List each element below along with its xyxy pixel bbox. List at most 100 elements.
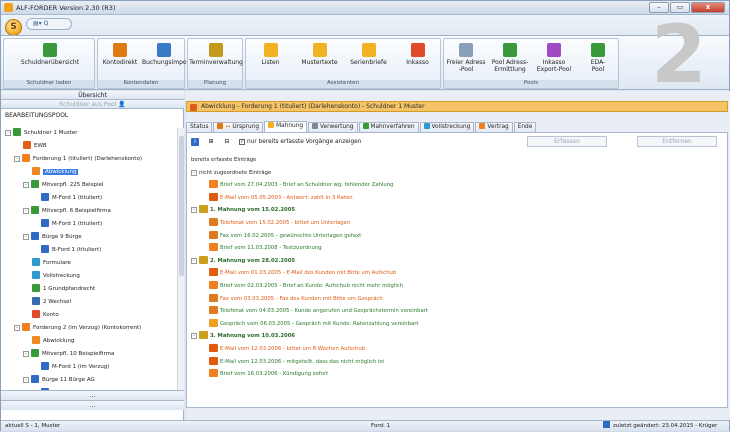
tree-item[interactable]: Konto [32, 310, 59, 320]
tree-item[interactable]: EWB [23, 141, 47, 151]
collapse-toggle[interactable]: - [23, 377, 29, 383]
tree-scrollbar[interactable] [177, 128, 184, 390]
only-recorded-checkbox[interactable]: ✓ nur bereits erfasste Vorgänge anzeigen [239, 137, 361, 147]
ribbon-group-label: Planung [188, 80, 242, 88]
ribbon-button-4-1[interactable]: Pool Adress- Ermittlung [488, 43, 532, 73]
tree-item[interactable]: 2 Wechsel [32, 297, 71, 307]
content-tab-7[interactable]: Ende [513, 122, 537, 132]
content-tab-3[interactable]: Verwertung [308, 122, 358, 132]
tree-item[interactable]: B-Ford 1 (tituliert) [41, 245, 101, 255]
left-bottom-button-1[interactable]: ... [1, 390, 184, 400]
status-bar: aktuell S - 1, Muster Ford: 1 zuletzt ge… [1, 420, 729, 431]
mahnung-icon [199, 331, 208, 340]
collapse-toggle[interactable]: - [191, 207, 197, 214]
collapse-toggle[interactable]: - [191, 333, 197, 340]
entry-row[interactable]: Telefonat vom 04.03.2005 - Kunde angeruf… [209, 306, 428, 317]
section-label: BEARBEITUNGSPOOL [5, 112, 69, 119]
tree-item[interactable]: - Forderung 1 (tituliert) (Darlehenskonto… [14, 154, 142, 164]
ribbon-button-3-3[interactable]: Inkasso [393, 43, 442, 66]
entry-row[interactable]: Fax vom 16.02.2005 - gewünschte Unterlag… [209, 230, 361, 242]
entry-row[interactable]: Telefonat vom 15.02.2005 - bittet um Unt… [209, 218, 350, 229]
entry-row[interactable]: - 2. Mahnung vom 28.02.2005 [191, 255, 295, 267]
tree-item[interactable]: Formulare [32, 258, 71, 268]
tree-item[interactable]: M-Ford 1 (tituliert) [41, 193, 102, 203]
entry-row[interactable]: - 1. Mahnung vom 15.02.2005 [191, 205, 295, 216]
tree-item[interactable]: - Mitverpfl. 6 Beispielfirma [23, 206, 111, 216]
collapse-toggle[interactable]: - [23, 208, 29, 214]
content-tab-1[interactable]: ↔ Ursprung [213, 122, 264, 132]
tab-icon [423, 123, 430, 129]
content-tab-6[interactable]: Vertrag [475, 122, 513, 132]
tree-item[interactable]: Abwicklung [32, 336, 74, 346]
collapse-toggle[interactable]: - [23, 234, 29, 240]
tab-icon [268, 122, 275, 128]
erfassen-button[interactable]: Erfassen [527, 136, 607, 147]
collapse-toggle[interactable]: - [5, 130, 11, 136]
collapse-toggle[interactable]: - [14, 325, 20, 331]
collapse-toggle[interactable]: - [23, 351, 29, 357]
entfernen-button[interactable]: Entfernen [637, 136, 717, 147]
tree-item[interactable]: Vollstreckung [32, 271, 80, 281]
ribbon-button-1-0[interactable]: Kontodirekt [98, 43, 142, 66]
entry-row[interactable]: E-Mail vom 05.05.2003 - Antwort: zahlt i… [209, 192, 353, 204]
tree-item[interactable]: Abwicklung [32, 167, 79, 177]
tree-item[interactable]: - Forderung 2 (im Verzug) (Kontokorrent) [14, 323, 141, 333]
entry-row[interactable]: E-Mail vom 12.03.2006 - mitgeteilt, dass… [209, 356, 384, 368]
tree-item[interactable]: - Schuldner 1 Muster [5, 128, 78, 138]
ribbon-button-1-1[interactable]: Buchungsimport [142, 43, 191, 66]
scroll-thumb[interactable] [179, 136, 184, 276]
entry-row[interactable]: E-Mail vom 12.03.2006 - bittet um 8 Woch… [209, 344, 365, 355]
collapse-toggle[interactable]: - [191, 169, 197, 176]
entry-label: E-Mail vom 05.05.2003 - Antwort: zahlt i… [220, 194, 353, 201]
content-tab-0[interactable]: Status [186, 122, 213, 132]
entry-row[interactable]: - nicht zugeordnete Einträge [191, 168, 271, 179]
tree-view: - Schuldner 1 Muster EWB - Forderung 1 (titu… [1, 128, 177, 408]
ribbon-button-0-0[interactable]: Schuldnerübersicht [4, 43, 96, 66]
ribbon-button-4-0[interactable]: Freier Adress -Pool [444, 43, 488, 73]
info-icon[interactable]: i [191, 138, 199, 146]
letter-icon [209, 180, 218, 189]
tree-item-label: Forderung 2 (im Verzug) (Kontokorrent) [33, 325, 142, 331]
entry-row[interactable]: Brief vom 11.03.2008 - Testzuordnung [209, 243, 322, 254]
entry-row[interactable]: bereits erfasste Einträge [191, 155, 256, 166]
tree-item[interactable]: - Mitverpfl. 10 Beispielfirma [23, 349, 114, 359]
entry-row[interactable]: Brief vom 27.04.2003 - Brief an Schuldne… [209, 180, 394, 191]
content-tab-2[interactable]: Mahnung [264, 121, 308, 132]
entry-row[interactable]: - 3. Mahnung vom 10.03.2006 [191, 331, 295, 342]
ribbon-button-3-2[interactable]: Serienbriefe [344, 43, 393, 66]
left-bottom-button-2[interactable]: ... [1, 400, 184, 410]
entry-row[interactable]: Fax vom 03.03.2005 - Fax des Kunden mit … [209, 293, 383, 305]
ribbon-button-2-0[interactable]: Terminverwaltung [188, 43, 244, 66]
person-icon: 👤 [118, 101, 126, 108]
letter-icon [209, 369, 218, 378]
tree-node-icon [41, 362, 49, 370]
expand-all-icon[interactable]: ⊞ [207, 138, 215, 146]
entry-row[interactable]: Brief vom 16.03.2006 - Kündigung sofort [209, 369, 328, 380]
collapse-toggle[interactable]: - [14, 156, 20, 162]
collapse-all-icon[interactable]: ⊟ [223, 138, 231, 146]
collapse-toggle[interactable]: - [23, 182, 29, 188]
ribbon-button-3-1[interactable]: Mustertexte [295, 43, 344, 66]
tree-item[interactable]: - Mitverpfl. 225 Beispiel [23, 180, 104, 190]
tree-item[interactable]: M-Ford 1 (tituliert) [41, 219, 102, 229]
content-tab-5[interactable]: Vollstreckung [419, 122, 475, 132]
entry-row[interactable]: E-Mail vom 01.03.2005 - E-Mail des Kunde… [209, 268, 396, 279]
tree-node-icon [32, 310, 40, 318]
entry-row[interactable]: Gespräch vom 06.03.2005 - Gespräch mit K… [209, 318, 418, 330]
quick-access-toolbar[interactable]: ▤▾ Q [26, 18, 72, 30]
collapse-toggle[interactable]: - [191, 257, 197, 264]
entry-row[interactable]: Brief vom 02.03.2005 - Brief an Kunde: A… [209, 281, 403, 292]
app-menu-orb[interactable]: S [5, 19, 22, 36]
tree-item[interactable]: 1 Grundpfandrecht [32, 284, 95, 294]
ribbon-button-4-2[interactable]: Inkasso Export-Pool [532, 43, 576, 73]
tab-label: Verwertung [320, 124, 354, 130]
content-tab-4[interactable]: Mahnverfahren [358, 122, 419, 132]
overview-header[interactable]: Übersicht [1, 91, 184, 100]
pool-header[interactable]: Schuldner aus Pool 👤 [1, 100, 184, 109]
ribbon-button-3-0[interactable]: Listen [246, 43, 295, 66]
tree-item[interactable]: - Bürge 11 Bürge AG [23, 375, 95, 385]
entry-label: Fax vom 03.03.2005 - Fax des Kunden mit … [220, 295, 383, 302]
tree-item[interactable]: - Bürge 9 Bürge [23, 232, 82, 242]
tree-item[interactable]: M-Ford 1 (im Verzug) [41, 362, 109, 372]
ribbon-button-4-3[interactable]: EDA- Pool [576, 43, 620, 73]
